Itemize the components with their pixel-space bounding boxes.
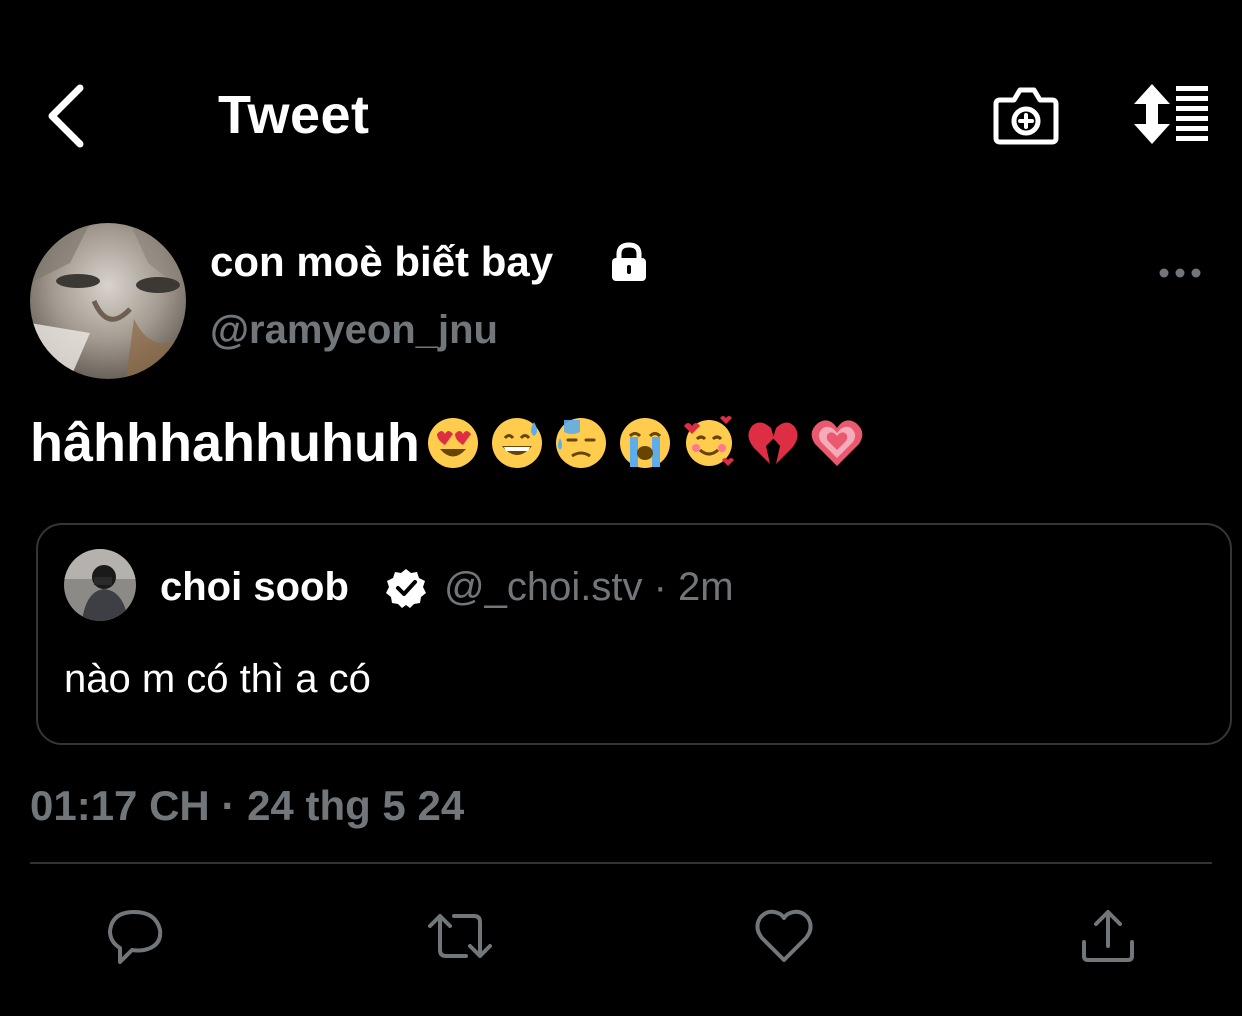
heart-eyes-emoji [427,418,478,468]
author-handle[interactable]: @ramyeon_jnu [210,308,498,353]
tweet-text: hâhhhahhuhuh [30,412,864,474]
grinning-sweat-emoji [491,418,542,468]
quoted-handle-time: @_choi.stv · 2m [444,565,734,609]
reply-button[interactable] [104,904,168,968]
top-bar: Tweet [0,0,1242,230]
back-button[interactable] [40,80,100,152]
more-dots-icon [1159,268,1201,278]
verified-badge-icon [385,567,427,609]
page-title: Tweet [218,85,370,145]
downcast-sweat-emoji [555,418,606,468]
quoted-author-avatar[interactable] [64,549,136,621]
camera-button[interactable] [992,84,1060,148]
back-arrow-icon [48,84,84,148]
author-avatar[interactable] [30,223,186,379]
quoted-tweet-card[interactable]: choi soob @_choi.stv · 2m nào m có thì a… [36,523,1232,745]
growing-heart-emoji [811,420,863,466]
reply-icon [108,910,163,964]
divider [30,862,1212,864]
tweet-timestamp: 01:17 CH · 24 thg 5 24 [30,782,465,829]
share-icon [1082,910,1134,962]
more-options-button[interactable] [1156,258,1204,288]
author-name[interactable]: con moè biết bay [210,238,553,286]
quoted-tweet-text: nào m có thì a có [64,657,371,701]
lock-icon [608,242,650,282]
loudly-crying-emoji [619,418,670,468]
sort-button[interactable] [1128,82,1212,146]
quoted-author-name: choi soob [160,565,349,609]
like-icon [755,909,813,962]
retweet-button[interactable] [426,904,492,968]
sort-list-icon [1134,84,1208,144]
smiling-hearts-emoji [683,416,734,466]
camera-plus-icon [993,87,1059,145]
broken-heart-emoji [748,422,798,464]
like-button[interactable] [752,904,816,968]
retweet-icon [428,914,492,958]
share-button[interactable] [1076,904,1140,968]
tweet-text-content: hâhhhahhuhuh [30,413,420,473]
